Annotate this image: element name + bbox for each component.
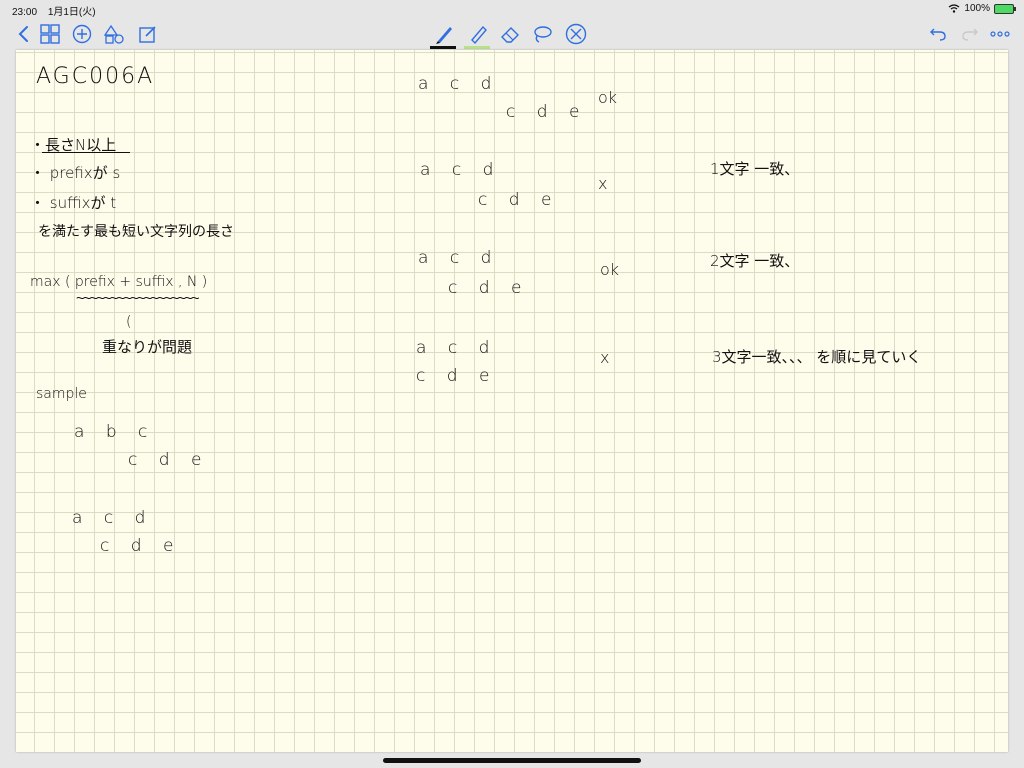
condition-suffix: ・ suffixが t [30,194,117,212]
trial3-bottom: c d e [448,278,530,298]
undo-button[interactable] [926,22,950,46]
sample1-row1: a b c [74,422,156,442]
trial2-note: 1文字 一致、 [710,160,800,178]
redo-icon [962,28,978,41]
status-time: 23:00 [12,7,38,18]
grid-icon [40,24,60,44]
edit-icon [139,26,156,43]
more-button[interactable] [988,22,1012,46]
sample2-row2: c d e [100,536,182,556]
status-bar: 23:00 1月1日(火) 100% [0,0,1024,18]
shapes-button[interactable] [102,22,126,46]
trial3-note: 2文字 一致、 [710,252,800,270]
trial4-top: a c d [416,338,498,358]
note-title: AGC006A [36,64,155,89]
trial1-bottom: c d e [506,102,588,122]
redo-button[interactable] [958,22,982,46]
trial3-top: a c d [418,248,500,268]
undo-icon [930,28,946,41]
trial2-bottom: c d e [478,190,560,210]
formula: max ( prefix + suffix , N ) [30,274,208,290]
trial3-result: ok [600,260,620,279]
more-icon [990,31,1010,37]
status-date: 1月1日(火) [47,7,96,18]
condition-prefix: ・ prefixが s [30,164,121,182]
pen-icon [436,27,452,44]
pen-tool[interactable] [430,22,456,49]
sample1-row2: c d e [128,450,210,470]
back-button[interactable] [12,22,36,46]
sample2-row1: a c d [72,508,154,528]
trial2-top: a c d [420,160,502,180]
highlighter-icon [471,25,487,45]
condition-underline [42,152,130,153]
highlighter-color-indicator [464,46,490,49]
home-indicator[interactable] [383,758,641,763]
sample-label: sample [36,386,87,402]
note-page[interactable]: AGC006A ・長さN以上 ・ prefixが s ・ suffixが t を… [16,50,1008,752]
battery-icon [994,3,1016,14]
lasso-tool[interactable] [530,22,554,46]
battery-percent: 100% [964,3,990,14]
eraser-icon [501,27,519,43]
formula-note: 重なりが問題 [102,338,193,356]
trial1-result: ok [598,88,618,107]
pen-color-indicator [430,46,456,49]
condition-summary: を満たす最も短い文字列の長さ [38,224,234,240]
trial4-bottom: c d e [416,366,498,386]
edit-button[interactable] [136,22,160,46]
close-tool[interactable] [564,22,588,46]
formula-mark: ( [126,314,132,330]
shapes-icon [103,24,124,44]
toolbar [0,18,1024,50]
back-icon [18,26,28,42]
add-icon [72,24,92,44]
close-circle-icon [565,23,587,45]
add-button[interactable] [70,22,94,46]
trial2-result: x [598,174,608,193]
eraser-tool[interactable] [498,22,522,46]
grid-button[interactable] [38,22,62,46]
lasso-icon [534,26,552,43]
trial1-top: a c d [418,74,500,94]
formula-wavy-underline: ~~~~~~~~~~~~~~~~~~ [76,290,200,307]
wifi-icon [949,4,960,13]
trial4-result: x [600,348,610,367]
highlighter-tool[interactable] [464,22,490,49]
trial4-note: 3文字一致、、、 を順に見ていく [712,348,922,366]
